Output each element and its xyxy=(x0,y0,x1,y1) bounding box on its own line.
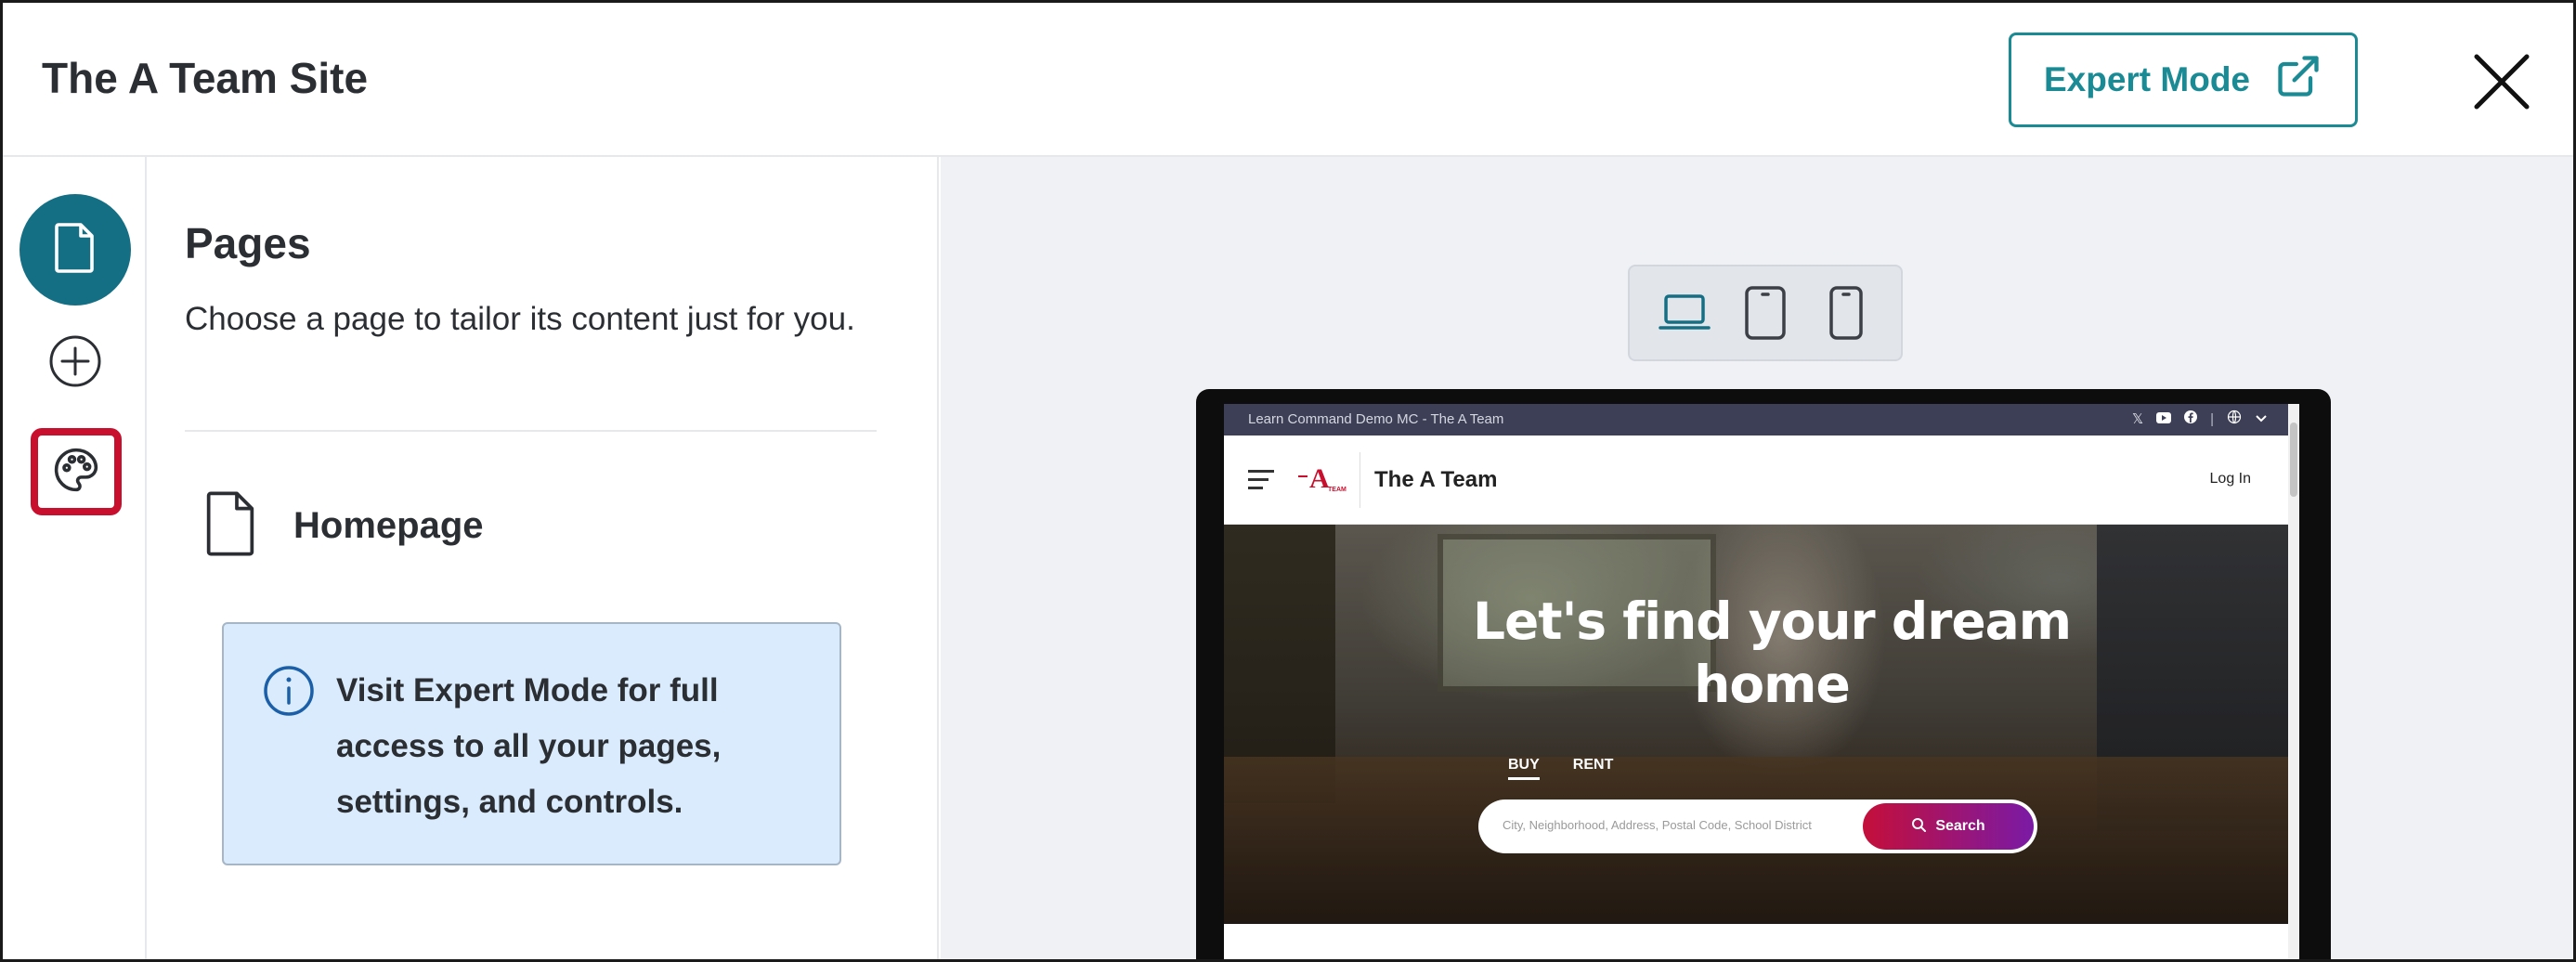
info-text: Visit Expert Mode for full access to all… xyxy=(336,672,722,820)
info-callout: Visit Expert Mode for full access to all… xyxy=(222,622,841,865)
add-icon[interactable] xyxy=(47,333,103,389)
expert-mode-button[interactable]: Expert Mode xyxy=(2009,32,2358,127)
panel-title: Pages xyxy=(185,219,311,267)
topbar-social: 𝕏 | xyxy=(2132,410,2268,428)
pages-panel: Pages Choose a page to tailor its conten… xyxy=(149,157,939,959)
youtube-icon[interactable] xyxy=(2156,411,2172,427)
left-rail xyxy=(3,157,147,959)
search-button-label: Search xyxy=(1935,818,1985,834)
document-icon xyxy=(53,221,98,280)
header: The A Team Site Expert Mode xyxy=(3,3,2573,157)
page-item-label: Homepage xyxy=(293,505,484,546)
desktop-preview-frame: Learn Command Demo MC - The A Team 𝕏 | A… xyxy=(1196,389,2331,959)
page-content xyxy=(1224,924,2290,959)
scroll-thumb[interactable] xyxy=(2290,422,2297,497)
expert-mode-label: Expert Mode xyxy=(2043,60,2251,98)
mobile-icon[interactable] xyxy=(1815,282,1877,344)
info-icon xyxy=(263,665,315,717)
menu-icon[interactable] xyxy=(1248,470,1274,490)
divider: | xyxy=(2210,410,2214,427)
search-input[interactable]: City, Neighborhood, Address, Postal Code… xyxy=(1478,800,2037,853)
search-button[interactable]: Search xyxy=(1863,803,2034,850)
search-icon xyxy=(1911,817,1927,837)
hero-banner: Let's find your dream home BUY RENT City… xyxy=(1224,525,2290,924)
close-icon[interactable] xyxy=(2469,49,2534,114)
site-brand: The A Team xyxy=(1374,467,1498,492)
x-icon[interactable]: 𝕏 xyxy=(2132,410,2143,427)
search-tabs: BUY RENT xyxy=(1508,757,1613,780)
svg-text:TEAM: TEAM xyxy=(1328,487,1347,493)
site-navbar: A TEAM The A Team Log In xyxy=(1224,436,2290,525)
hero-overlay xyxy=(1224,525,2290,924)
preview-area: Learn Command Demo MC - The A Team 𝕏 | A… xyxy=(941,157,2573,959)
theme-rail-button[interactable] xyxy=(31,428,122,515)
laptop-icon[interactable] xyxy=(1654,282,1715,344)
hero-title: Let's find your dream home xyxy=(1472,592,2072,714)
panel-description: Choose a page to tailor its content just… xyxy=(185,301,855,337)
external-link-icon xyxy=(2274,52,2322,109)
preview-scrollbar[interactable] xyxy=(2288,404,2299,959)
topbar-text: Learn Command Demo MC - The A Team xyxy=(1248,411,1504,427)
device-switcher xyxy=(1628,265,1903,361)
tab-buy[interactable]: BUY xyxy=(1508,757,1540,780)
site-preview: Learn Command Demo MC - The A Team 𝕏 | A… xyxy=(1224,404,2299,959)
tablet-icon[interactable] xyxy=(1735,282,1796,344)
divider xyxy=(185,430,877,432)
pages-rail-button[interactable] xyxy=(20,194,131,306)
site-topbar: Learn Command Demo MC - The A Team 𝕏 | xyxy=(1224,404,2290,436)
svg-text:A: A xyxy=(1309,463,1330,494)
page-item-homepage[interactable]: Homepage xyxy=(204,489,484,563)
globe-icon[interactable] xyxy=(2227,410,2242,428)
tab-rent[interactable]: RENT xyxy=(1573,757,1614,780)
palette-icon xyxy=(51,445,101,500)
login-link[interactable]: Log In xyxy=(2210,471,2251,488)
chevron-down-icon[interactable] xyxy=(2255,411,2268,427)
brand-logo[interactable]: A TEAM xyxy=(1295,460,1347,500)
document-icon xyxy=(204,489,256,563)
site-title: The A Team Site xyxy=(42,54,369,102)
facebook-icon[interactable] xyxy=(2184,410,2198,427)
app-window: The A Team Site Expert Mode Pages Choose… xyxy=(0,0,2576,962)
search-placeholder: City, Neighborhood, Address, Postal Code… xyxy=(1503,818,1812,832)
